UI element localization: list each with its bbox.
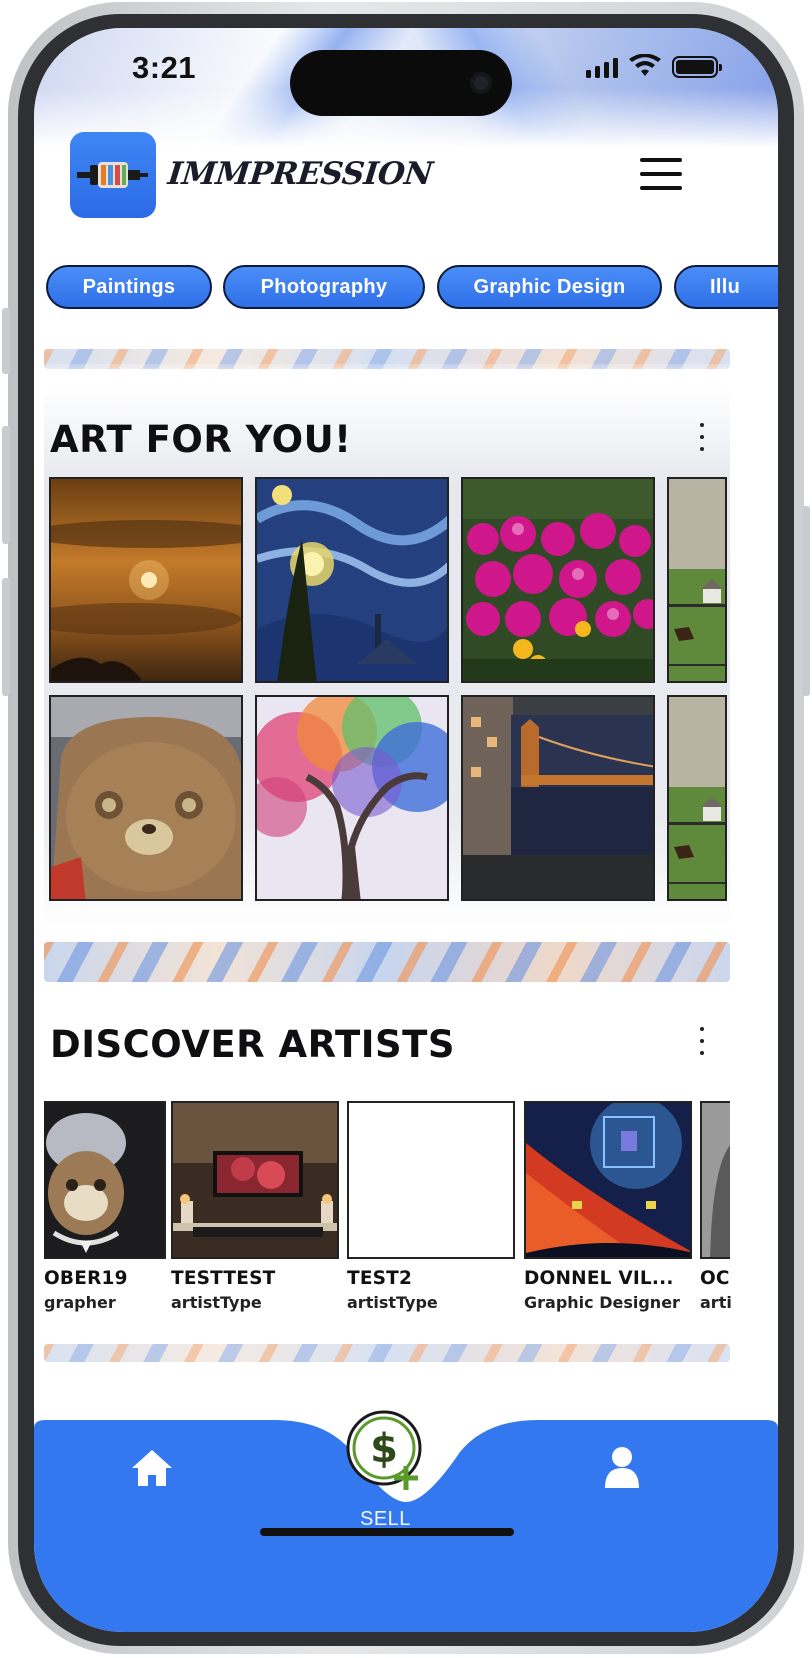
battery-icon (672, 56, 722, 78)
category-chip-graphic-design[interactable]: Graphic Design (437, 265, 662, 309)
hamburger-menu-icon[interactable] (640, 158, 682, 190)
decorative-divider (44, 1344, 730, 1362)
art-tile-bear-bag[interactable] (49, 695, 243, 901)
art-section-title: ART FOR YOU! (50, 418, 352, 461)
home-indicator (260, 1528, 514, 1536)
artist-name: TESTTEST (171, 1268, 276, 1289)
category-bar: Paintings Photography Graphic Design Ill… (46, 265, 778, 313)
artist-type: Graphic Designer (524, 1293, 680, 1312)
artist-type: artistType (347, 1293, 438, 1312)
art-section-more-icon[interactable] (698, 423, 706, 453)
sell-button[interactable]: $ (340, 1404, 432, 1496)
art-tile-sunset[interactable] (49, 477, 243, 683)
phone-side-button (2, 426, 10, 544)
artwork-image (669, 479, 725, 681)
artwork-image (51, 697, 241, 899)
app-logo[interactable] (70, 132, 156, 218)
phone-side-button (802, 506, 810, 696)
artwork-image (463, 697, 653, 899)
category-chip-illustration[interactable]: Illu (674, 265, 778, 309)
artwork-image (257, 479, 447, 681)
phone-side-button (2, 578, 10, 696)
art-tile-rainbow-tree[interactable] (255, 695, 449, 901)
artist-avatar-image[interactable] (347, 1101, 515, 1259)
art-tile-flowers[interactable] (461, 477, 655, 683)
phone-side-button (2, 308, 10, 374)
artwork-image (257, 697, 447, 899)
art-tile-farm-2[interactable] (667, 695, 727, 901)
camera-icon (470, 72, 492, 94)
artist-avatar-image[interactable] (171, 1101, 339, 1259)
artist-photo (173, 1103, 337, 1257)
artist-name: OC (700, 1268, 730, 1289)
artist-avatar-image[interactable] (700, 1101, 730, 1259)
art-tile-farm[interactable] (667, 477, 727, 683)
artist-photo (702, 1103, 730, 1257)
artist-name: TEST2 (347, 1268, 413, 1289)
artist-photo (44, 1103, 164, 1257)
artwork-image (51, 479, 241, 681)
artist-avatar-image[interactable] (44, 1101, 166, 1259)
art-tile-bridge[interactable] (461, 695, 655, 901)
artist-name: OBER19 (44, 1268, 128, 1289)
artwork-image (669, 697, 725, 899)
artist-avatar-image[interactable] (524, 1101, 692, 1259)
status-time: 3:21 (132, 50, 197, 85)
category-chip-paintings[interactable]: Paintings (46, 265, 212, 309)
artists-section-title: DISCOVER ARTISTS (50, 1023, 456, 1066)
decorative-divider (44, 942, 730, 982)
artist-type: arti (700, 1293, 732, 1312)
dollar-plus-icon: $ (346, 1410, 422, 1490)
category-chip-photography[interactable]: Photography (223, 265, 425, 309)
profile-user-icon[interactable] (604, 1446, 640, 1488)
artist-name: DONNEL VIL... (524, 1268, 674, 1289)
brand-logo-text: IMMPRESSION (166, 156, 435, 192)
svg-text:$: $ (370, 1426, 398, 1472)
home-icon[interactable] (130, 1448, 174, 1488)
cellular-signal-icon (586, 56, 618, 78)
app-screen: 3:21 IMMPRESSION Paintings Photography G… (34, 28, 778, 1632)
art-tile-starry-night[interactable] (255, 477, 449, 683)
paint-roller-icon (77, 162, 148, 188)
artwork-image (463, 479, 653, 681)
wifi-icon (629, 54, 661, 76)
artist-type: artistType (171, 1293, 262, 1312)
dynamic-island (290, 50, 512, 116)
artist-type: grapher (44, 1293, 116, 1312)
artist-photo (526, 1103, 690, 1257)
status-icons (586, 54, 722, 78)
decorative-divider-fade (44, 364, 730, 386)
artists-section-more-icon[interactable] (698, 1027, 706, 1057)
